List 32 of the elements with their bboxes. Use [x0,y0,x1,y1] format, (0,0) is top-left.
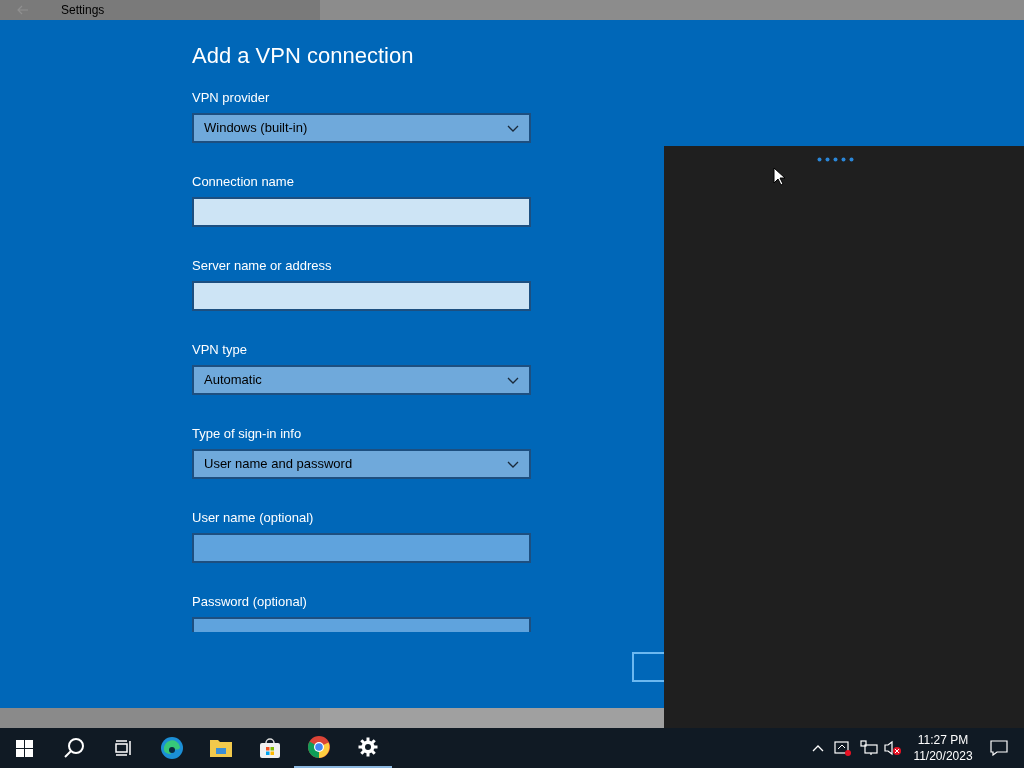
browser-icon [159,736,184,760]
notification-icon[interactable] [990,740,1008,756]
field-label: VPN type [192,341,248,359]
mouse-pointer-icon [773,167,785,186]
window-title: Settings [61,2,105,19]
chevron-down-icon [507,376,519,384]
muted-speaker-icon[interactable] [884,740,902,756]
clock-date: 11/20/2023 [913,748,973,764]
clock-time: 11:27 PM [917,732,969,748]
input-field[interactable] [192,197,531,227]
task-view-icon [113,739,132,757]
dropdown[interactable]: Automatic [192,365,531,395]
chevron-down-icon [507,460,519,468]
folder-icon [208,737,233,759]
field-label: VPN provider [192,89,271,107]
chrome-icon [306,735,331,759]
caret-up-icon[interactable] [812,744,824,752]
shopping-bag-icon [258,737,281,759]
field-label: User name (optional) [192,509,315,527]
field-label: Server name or address [192,257,333,275]
search-icon [62,737,85,759]
field-label: Type of sign-in info [192,425,303,443]
input-field[interactable] [192,281,531,311]
field-label: Password (optional) [192,593,308,611]
loading-dots-icon [817,157,854,162]
dropdown[interactable]: Windows (built-in) [192,113,531,143]
chevron-down-icon [507,124,519,132]
dialog-title: Add a VPN connection [192,42,415,70]
dropdown[interactable]: User name and password [192,449,531,479]
windows-logo-icon [16,739,33,757]
gear-icon [357,737,378,757]
field-label: Connection name [192,173,295,191]
